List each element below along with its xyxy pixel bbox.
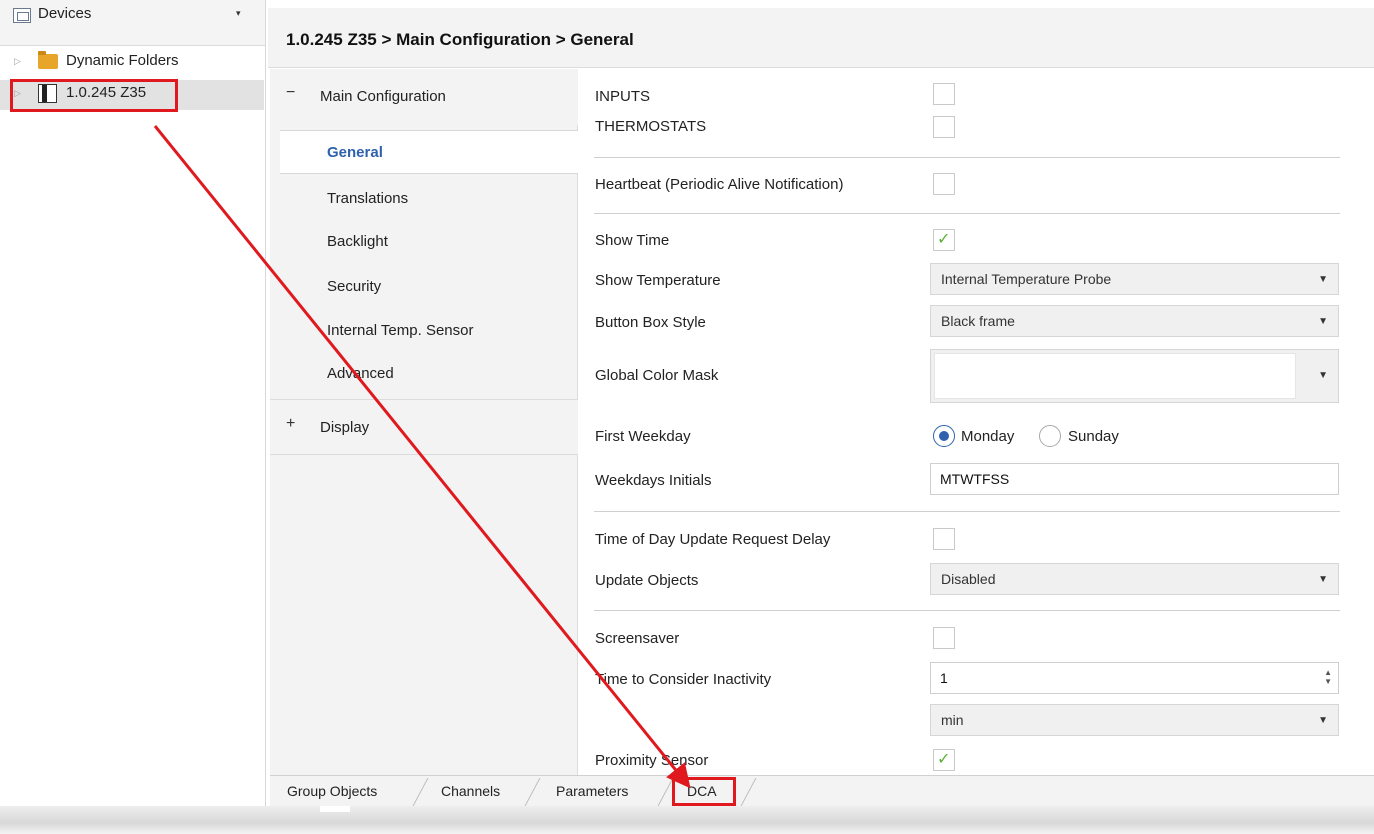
inactivity-stepper[interactable]: 1 ▲ ▼ [930, 662, 1339, 694]
breadcrumb: 1.0.245 Z35 > Main Configuration > Gener… [286, 30, 634, 49]
input-value: 1 [940, 670, 948, 686]
weekdays-initials-input[interactable]: MTWTFSS [930, 463, 1339, 495]
select-value: Black frame [941, 313, 1015, 329]
tab-divider [524, 778, 541, 806]
sunday-radio[interactable] [1039, 425, 1061, 447]
nav-item-label: Translations [327, 190, 409, 207]
select-value: min [941, 712, 964, 728]
collapse-icon[interactable]: − [286, 84, 295, 102]
parameter-panel: INPUTS THERMOSTATS Heartbeat (Periodic A… [580, 69, 1374, 775]
divider [594, 157, 1340, 158]
nav-section-label: Main Configuration [320, 88, 446, 105]
tree-item-dynamic-folders[interactable]: ▷ Dynamic Folders [0, 48, 264, 78]
nav-item-label: Internal Temp. Sensor [327, 322, 474, 339]
expand-icon[interactable]: + [286, 415, 295, 433]
update-objects-select[interactable]: Disabled ▼ [930, 563, 1339, 595]
folder-icon [38, 51, 58, 69]
nav-item-translations[interactable]: Translations [280, 177, 578, 221]
monday-radio[interactable] [933, 425, 955, 447]
proximity-sensor-checkbox[interactable] [933, 749, 955, 771]
screensaver-checkbox[interactable] [933, 627, 955, 649]
param-label: First Weekday [595, 428, 691, 445]
input-value: MTWTFSS [940, 471, 1010, 487]
param-label: Heartbeat (Periodic Alive Notification) [595, 176, 844, 193]
divider [594, 213, 1340, 214]
nav-item-label: Security [327, 278, 382, 295]
param-label: Global Color Mask [595, 367, 719, 384]
bottom-tab-bar: Group Objects Channels Parameters DCA [270, 775, 1374, 806]
tab-group-objects[interactable]: Group Objects [287, 776, 377, 806]
param-label: Weekdays Initials [595, 472, 712, 489]
expand-icon[interactable]: ▷ [14, 56, 21, 67]
status-indicator [320, 806, 350, 812]
param-label: Show Time [595, 232, 670, 249]
select-value: Disabled [941, 571, 996, 587]
nav-item-security[interactable]: Security [280, 265, 578, 309]
radio-label: Monday [961, 428, 1015, 445]
inactivity-unit-select[interactable]: min ▼ [930, 704, 1339, 736]
param-label: Time of Day Update Request Delay [595, 531, 831, 548]
radio-label: Sunday [1068, 428, 1119, 445]
divider [594, 511, 1340, 512]
tree-item-label: Dynamic Folders [66, 52, 179, 69]
button-box-style-select[interactable]: Black frame ▼ [930, 305, 1339, 337]
spin-down-icon[interactable]: ▼ [1324, 677, 1332, 686]
status-bar [0, 806, 1374, 834]
nav-item-advanced[interactable]: Advanced [280, 352, 578, 396]
nav-section-label: Display [320, 419, 370, 436]
param-label: Time to Consider Inactivity [595, 671, 772, 688]
dca-tab-callout-box [672, 777, 736, 806]
devices-icon [13, 8, 31, 23]
param-label: THERMOSTATS [595, 118, 707, 135]
nav-item-internal-temp-sensor[interactable]: Internal Temp. Sensor [280, 309, 578, 353]
divider [594, 610, 1340, 611]
nav-item-label: Backlight [327, 233, 388, 250]
device-tree-pane: Devices ▾ ▷ Dynamic Folders ▷ 1.0.245 Z3… [0, 0, 266, 806]
device-callout-box [10, 79, 178, 112]
color-mask-preview [934, 353, 1296, 399]
param-label: Proximity Sensor [595, 752, 709, 769]
chevron-down-icon: ▼ [1318, 574, 1328, 585]
inputs-checkbox[interactable] [933, 83, 955, 105]
tab-divider [412, 778, 429, 806]
thermostats-checkbox[interactable] [933, 116, 955, 138]
param-label: Button Box Style [595, 314, 706, 331]
title-bar: 1.0.245 Z35 > Main Configuration > Gener… [268, 8, 1374, 68]
global-color-mask-select[interactable]: ▼ [930, 349, 1339, 403]
spinner-icon[interactable]: ▲ ▼ [1324, 668, 1332, 686]
chevron-down-icon[interactable]: ▾ [236, 8, 241, 19]
param-label: Update Objects [595, 572, 699, 589]
nav-item-backlight[interactable]: Backlight [280, 220, 578, 264]
show-temperature-select[interactable]: Internal Temperature Probe ▼ [930, 263, 1339, 295]
tab-parameters[interactable]: Parameters [556, 776, 628, 806]
nav-section-display[interactable]: + Display [270, 399, 578, 455]
tod-delay-checkbox[interactable] [933, 528, 955, 550]
chevron-down-icon: ▼ [1318, 316, 1328, 327]
nav-item-label: General [327, 144, 383, 161]
nav-item-general[interactable]: General [280, 130, 578, 174]
param-label: Screensaver [595, 630, 680, 647]
chevron-down-icon: ▼ [1318, 274, 1328, 285]
tree-header: Devices ▾ [0, 0, 265, 46]
parameter-nav: − Main Configuration General Translation… [270, 69, 578, 775]
nav-item-label: Advanced [327, 365, 394, 382]
show-time-checkbox[interactable] [933, 229, 955, 251]
select-value: Internal Temperature Probe [941, 271, 1112, 287]
tree-title: Devices [38, 5, 92, 22]
spin-up-icon[interactable]: ▲ [1324, 668, 1332, 677]
tab-divider [740, 778, 757, 806]
param-label: INPUTS [595, 88, 651, 105]
tab-channels[interactable]: Channels [441, 776, 500, 806]
heartbeat-checkbox[interactable] [933, 173, 955, 195]
chevron-down-icon: ▼ [1318, 715, 1328, 726]
chevron-down-icon: ▼ [1318, 370, 1328, 381]
nav-section-main-configuration[interactable]: − Main Configuration [270, 69, 578, 125]
param-label: Show Temperature [595, 272, 721, 289]
